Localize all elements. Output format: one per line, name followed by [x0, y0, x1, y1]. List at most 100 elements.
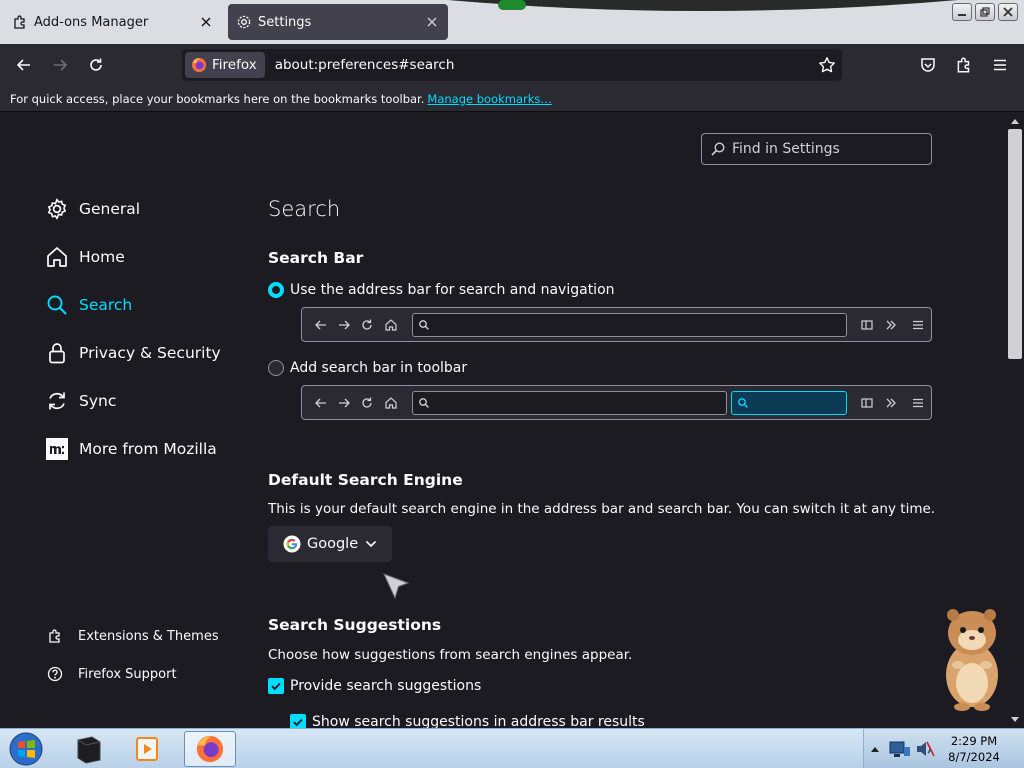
option-label: Provide search suggestions — [290, 678, 482, 694]
extensions-button[interactable] — [953, 54, 975, 76]
preview-url-field — [412, 391, 727, 415]
volume-icon[interactable] — [914, 738, 936, 760]
category-search[interactable]: Search — [45, 290, 132, 320]
search-engine-value: Google — [307, 536, 359, 552]
firefox-icon — [196, 735, 224, 763]
network-icon[interactable] — [888, 738, 912, 760]
bookmark-star-icon[interactable] — [818, 56, 836, 74]
bookmarks-toolbar: For quick access, place your bookmarks h… — [0, 86, 1024, 112]
search-engine-dropdown[interactable]: Google — [268, 526, 392, 562]
page-scrollbar[interactable] — [1006, 113, 1024, 728]
find-in-settings-input[interactable] — [732, 141, 922, 157]
sidebar-icon — [861, 398, 873, 408]
sidebar-icon — [861, 320, 873, 330]
taskbar-firefox[interactable] — [184, 731, 236, 767]
start-button[interactable] — [6, 731, 46, 767]
close-icon[interactable] — [198, 14, 214, 30]
search-icon — [47, 295, 67, 315]
hamburger-menu-icon — [913, 398, 923, 408]
puzzle-icon — [49, 629, 60, 643]
home-icon — [47, 247, 67, 267]
search-icon — [419, 398, 429, 408]
category-general[interactable]: General — [45, 194, 140, 224]
close-window-button[interactable] — [998, 3, 1018, 21]
arrow-left-icon — [315, 320, 326, 330]
hamburger-menu-icon — [994, 59, 1006, 71]
scroll-thumb[interactable] — [1008, 129, 1022, 359]
arrow-right-icon — [339, 398, 350, 408]
search-icon — [419, 320, 429, 330]
pocket-button[interactable] — [917, 54, 939, 76]
firefox-icon — [192, 58, 206, 72]
option-show-in-address-bar[interactable]: Show search suggestions in address bar r… — [290, 714, 645, 728]
category-label: Search — [79, 296, 133, 314]
checkmark-icon — [293, 718, 303, 727]
scroll-down-icon[interactable] — [1010, 716, 1020, 724]
preview-address-bar-only — [301, 307, 932, 342]
taskbar-terminal[interactable] — [62, 731, 114, 767]
taskbar-clock[interactable]: 2:29 PM 8/7/2024 — [944, 733, 1004, 765]
checkbox-provide-suggestions[interactable] — [268, 678, 284, 694]
default-search-engine-description: This is your default search engine in th… — [268, 501, 936, 517]
overflow-chevron-icon — [886, 320, 896, 330]
tab-settings[interactable]: Settings — [228, 4, 448, 40]
option-address-bar[interactable]: Use the address bar for search and navig… — [268, 282, 615, 298]
tab-addons-manager[interactable]: Add-ons Manager — [0, 4, 222, 40]
overflow-chevron-icon — [886, 398, 896, 408]
gear-icon — [237, 15, 251, 29]
nav-toolbar: Firefox about:preferences#search — [0, 44, 1024, 86]
reload-icon — [362, 397, 372, 408]
tray-expand-icon[interactable] — [870, 745, 880, 753]
taskbar-media-player[interactable] — [122, 731, 174, 767]
radio-search-bar-toolbar[interactable] — [268, 360, 284, 376]
reload-button[interactable] — [85, 54, 107, 76]
minimize-button[interactable] — [952, 3, 972, 21]
arrow-right-icon — [54, 59, 68, 71]
close-icon[interactable] — [424, 14, 440, 30]
option-label: Use the address bar for search and navig… — [290, 282, 615, 298]
option-search-bar-toolbar[interactable]: Add search bar in toolbar — [268, 360, 467, 376]
checkbox-show-in-address-bar[interactable] — [290, 714, 306, 728]
restore-button[interactable] — [975, 3, 995, 21]
category-sync[interactable]: Sync — [45, 386, 116, 416]
sync-icon — [49, 392, 65, 410]
find-in-settings[interactable] — [701, 133, 932, 165]
clock-time: 2:29 PM — [950, 734, 998, 748]
category-privacy-security[interactable]: Privacy & Security — [45, 338, 221, 368]
chevron-down-icon — [366, 540, 377, 548]
category-label: Sync — [79, 392, 117, 410]
tab-label: Settings — [258, 14, 312, 30]
hamburger-menu-icon — [913, 320, 923, 330]
manage-bookmarks-link[interactable]: Manage bookmarks… — [427, 92, 552, 106]
tab-label: Add-ons Manager — [34, 14, 149, 30]
app-menu-button[interactable] — [989, 54, 1011, 76]
arrow-left-icon — [315, 398, 326, 408]
window-controls — [952, 3, 1018, 21]
extensions-themes-link[interactable]: Extensions & Themes — [47, 625, 219, 647]
category-label: Privacy & Security — [79, 344, 221, 362]
forward-button[interactable] — [49, 54, 71, 76]
category-more-from-mozilla[interactable]: More from Mozilla — [45, 434, 217, 464]
media-player-icon — [136, 737, 158, 761]
reload-icon — [362, 319, 372, 330]
radio-address-bar[interactable] — [268, 282, 284, 298]
option-provide-suggestions[interactable]: Provide search suggestions — [268, 678, 481, 694]
address-bar[interactable]: Firefox about:preferences#search — [182, 49, 842, 81]
firefox-support-link[interactable]: Firefox Support — [47, 663, 177, 685]
page-title: Search — [268, 197, 341, 221]
category-label: General — [79, 200, 141, 218]
pocket-icon — [921, 58, 935, 72]
search-bar-heading: Search Bar — [268, 249, 364, 267]
url-text[interactable]: about:preferences#search — [275, 57, 455, 73]
preview-url-field — [412, 313, 847, 337]
checkmark-icon — [271, 682, 281, 691]
category-home[interactable]: Home — [45, 242, 125, 272]
clock-date: 8/7/2024 — [948, 750, 1000, 764]
search-icon — [738, 398, 748, 408]
scroll-up-icon[interactable] — [1010, 117, 1020, 125]
identity-box[interactable]: Firefox — [185, 52, 265, 78]
home-icon — [385, 397, 397, 409]
identity-label: Firefox — [212, 57, 257, 73]
option-label: Show search suggestions in address bar r… — [312, 714, 645, 728]
back-button[interactable] — [13, 54, 35, 76]
